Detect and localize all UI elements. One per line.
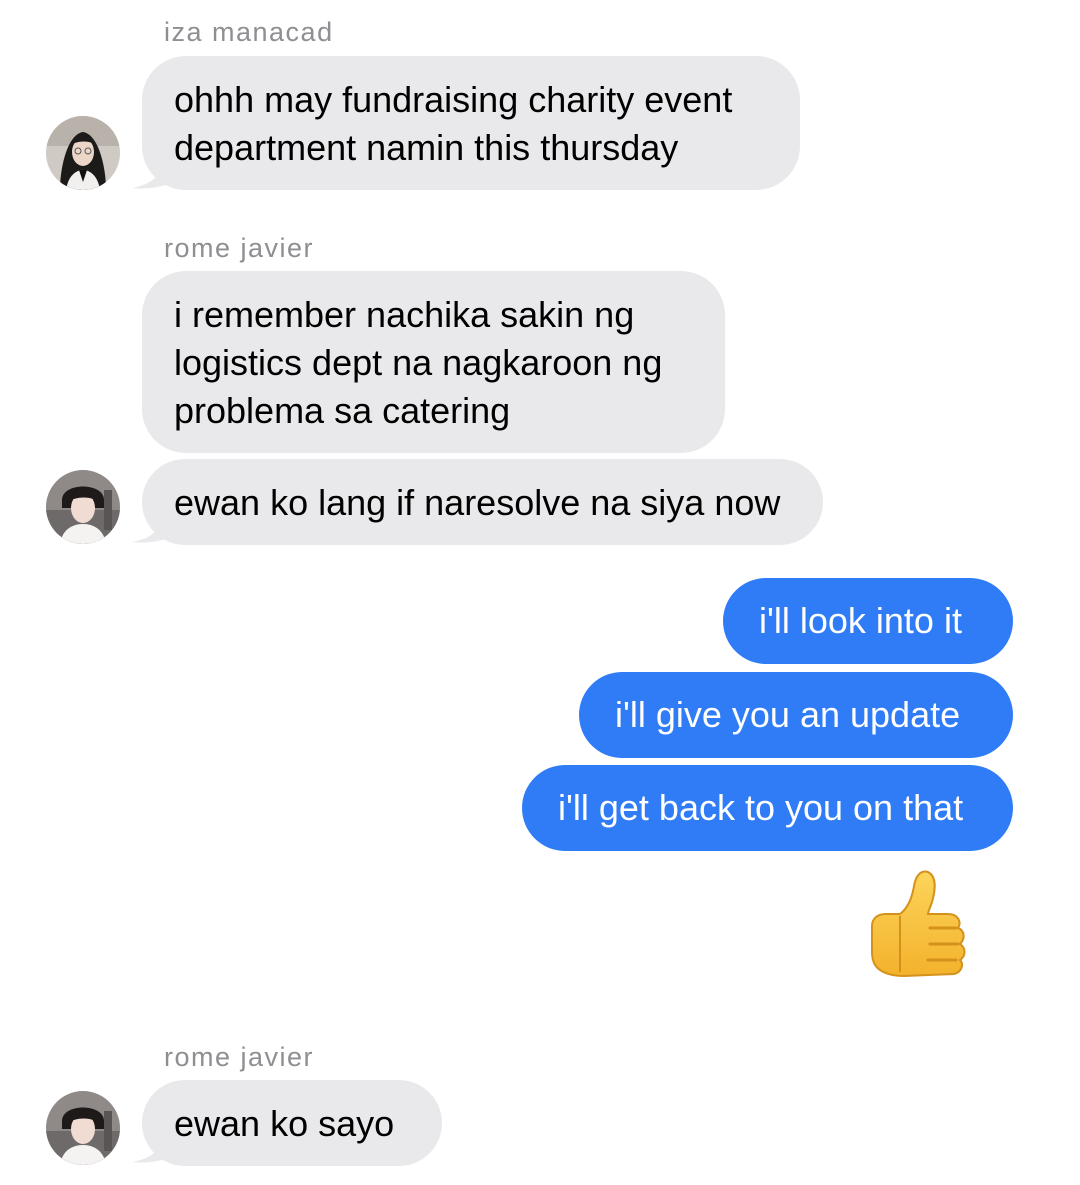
outgoing-message-bubble[interactable]: i'll give you an update [579,672,1013,758]
profile-photo [46,470,120,544]
incoming-message-bubble[interactable]: ewan ko sayo [142,1080,442,1166]
message-line: logistics dept na nagkaroon ng [174,342,663,383]
sender-name: rome javier [164,233,315,263]
message-line: department namin this thursday [174,127,679,168]
message-line: i'll get back to you on that [558,787,964,828]
incoming-message-bubble[interactable]: i remember nachika sakin ng logistics de… [142,271,725,453]
message-line: i'll look into it [759,600,962,641]
message-line: problema sa catering [174,390,511,431]
profile-photo [46,116,120,190]
sender-name: iza manacad [164,17,334,47]
message-line: ohhh may fundraising charity event [174,79,733,120]
message-line: i remember nachika sakin ng [174,294,635,335]
incoming-message-bubble[interactable]: ohhh may fundraising charity event depar… [142,56,800,190]
thumbs-up-icon[interactable] [864,868,976,984]
message-line: i'll give you an update [615,694,961,735]
message-line: ewan ko sayo [174,1103,395,1144]
avatar-iza-manacad[interactable] [46,116,120,190]
message-line: ewan ko lang if naresolve na siya now [174,482,781,523]
profile-photo [46,1091,120,1165]
incoming-message-bubble[interactable]: ewan ko lang if naresolve na siya now [142,459,823,545]
outgoing-message-bubble[interactable]: i'll look into it [723,578,1013,664]
avatar-rome-javier[interactable] [46,470,120,544]
outgoing-message-bubble[interactable]: i'll get back to you on that [522,765,1013,851]
sender-name: rome javier [164,1042,315,1072]
avatar-rome-javier[interactable] [46,1091,120,1165]
